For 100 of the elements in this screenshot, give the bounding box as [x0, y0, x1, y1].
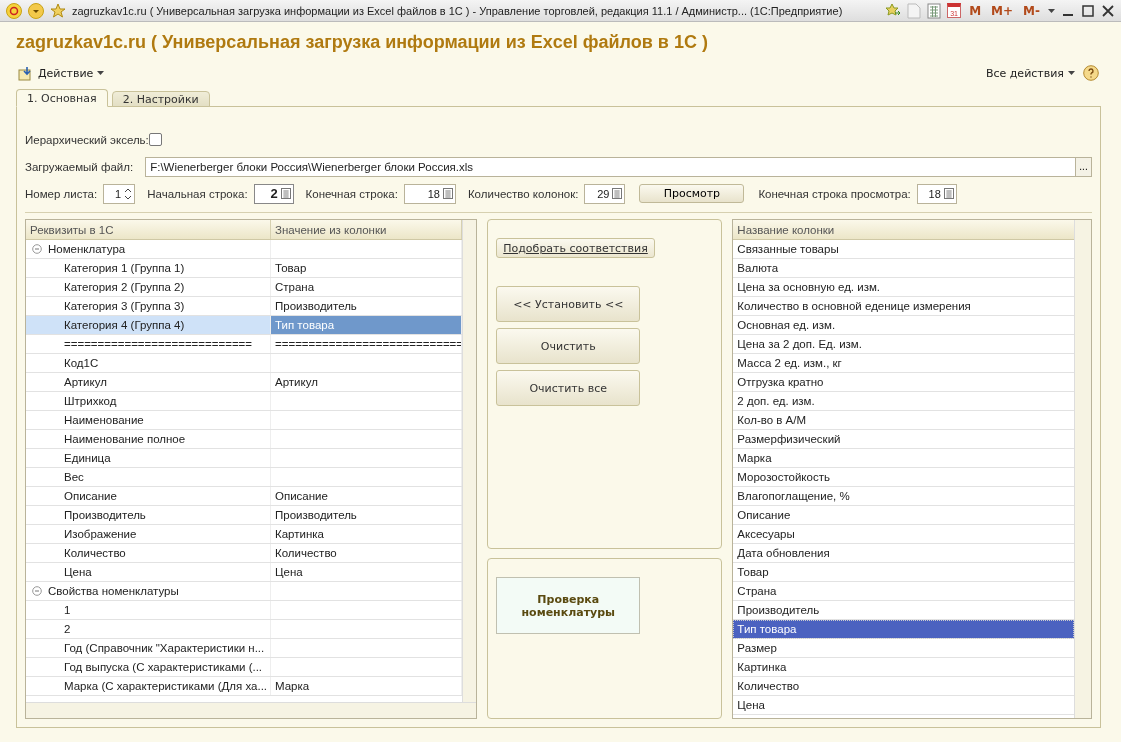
- table-cell: Изображение: [64, 528, 137, 540]
- table-cell: Товар: [275, 262, 307, 274]
- all-actions-button[interactable]: Все действия: [985, 66, 1075, 80]
- table-row[interactable]: Артикул Артикул: [26, 373, 463, 392]
- table-row[interactable]: Наименование: [26, 411, 463, 430]
- table-cell: Свойства номенклатуры: [48, 585, 179, 597]
- table-row[interactable]: Свойства номенклатуры: [26, 582, 463, 601]
- collapse-icon[interactable]: [32, 244, 42, 254]
- calculator-icon: [280, 188, 291, 199]
- field-label: Количество колонок:: [467, 187, 579, 200]
- maximize-icon[interactable]: [1081, 3, 1095, 18]
- action-menu-button[interactable]: Действие: [18, 65, 105, 81]
- table-row[interactable]: Производитель Производитель: [26, 506, 463, 525]
- table-row[interactable]: Код1С: [26, 354, 463, 373]
- browse-button[interactable]: ...: [1075, 157, 1091, 176]
- table-cell: Страна: [275, 281, 315, 293]
- memory-button[interactable]: M: [967, 3, 984, 18]
- field-label: Начальная строка:: [147, 187, 248, 200]
- memory-button[interactable]: M+: [989, 3, 1016, 18]
- tab[interactable]: 2. Настройки: [111, 91, 210, 107]
- table-cell: Производитель: [275, 300, 357, 312]
- table-cell: Картинка: [275, 528, 324, 540]
- tab[interactable]: 1. Основная: [16, 89, 108, 107]
- app-logo-icon[interactable]: [6, 2, 22, 19]
- action-button[interactable]: Очистить: [496, 328, 641, 364]
- checkbox[interactable]: [148, 133, 162, 146]
- table-row[interactable]: Цена Цена: [26, 563, 463, 582]
- table-cell: Тип товара: [275, 319, 335, 331]
- calculator-icon: [612, 188, 623, 199]
- table-cell: Единица: [64, 452, 111, 464]
- table-cell: Категория 4 (Группа 4): [64, 319, 185, 331]
- table-cell: Количество: [275, 547, 337, 559]
- table-cell: Наименование: [64, 414, 144, 426]
- import-icon: [18, 65, 34, 81]
- table-cell: Наименование полное: [64, 433, 186, 445]
- close-icon[interactable]: [1101, 3, 1115, 18]
- table-cell: Марка: [275, 680, 310, 692]
- table-row[interactable]: Категория 1 (Группа 1) Товар: [26, 259, 463, 278]
- vertical-scrollbar[interactable]: [462, 220, 477, 702]
- table-cell: Описание: [275, 490, 328, 502]
- table-cell: Категория 3 (Группа 3): [64, 300, 185, 312]
- table-row[interactable]: Категория 4 (Группа 4) Тип товара: [26, 316, 463, 335]
- preview-button[interactable]: Просмотр: [639, 184, 745, 203]
- memory-button[interactable]: M-: [1021, 3, 1042, 18]
- spinner-icon[interactable]: [124, 186, 133, 201]
- table-row[interactable]: 1: [26, 601, 463, 620]
- table-cell: 1: [64, 604, 71, 616]
- table-row[interactable]: Штрихкод: [26, 392, 463, 411]
- star-icon[interactable]: [50, 2, 66, 19]
- action-button[interactable]: << Установить <<: [496, 286, 641, 322]
- table-cell: Количество: [64, 547, 126, 559]
- number-field[interactable]: 2: [253, 183, 294, 204]
- column-header[interactable]: Название колонки: [733, 220, 1074, 240]
- help-icon[interactable]: [1083, 65, 1099, 81]
- table-cell: Номенклатура: [48, 243, 126, 255]
- calculator-icon: [943, 188, 954, 199]
- table-cell: Артикул: [275, 376, 318, 388]
- table-row[interactable]: Изображение Картинка: [26, 525, 463, 544]
- action-button[interactable]: Очистить все: [496, 370, 641, 406]
- table-row[interactable]: Год выпуска (С характеристиками (...: [26, 658, 463, 677]
- calculator-icon[interactable]: [927, 2, 942, 19]
- table-row[interactable]: Марка (С характеристиками (Для ха... Марка: [26, 677, 463, 696]
- table-cell: Описание: [64, 490, 117, 502]
- table-row[interactable]: Единица: [26, 449, 463, 468]
- field-label: Номер листа:: [25, 187, 98, 200]
- caret-icon: [1048, 8, 1055, 13]
- star-arrow-icon[interactable]: [885, 2, 902, 19]
- table-cell: Марка (С характеристиками (Для ха...: [64, 680, 268, 692]
- collapse-icon[interactable]: [32, 586, 42, 596]
- number-field[interactable]: 29: [584, 183, 626, 204]
- calculator-icon: [442, 188, 453, 199]
- table-cell: Вес: [64, 471, 84, 483]
- table-row[interactable]: Вес: [26, 468, 463, 487]
- check-button[interactable]: Проверка номенклатуры: [496, 577, 641, 634]
- table-cell: 2: [64, 623, 71, 635]
- file-path-field[interactable]: F:\Wienerberger блоки Россия\Wienerberger блоки Россия.xls ...: [145, 156, 1092, 177]
- number-field[interactable]: 1: [103, 183, 136, 204]
- table-row[interactable]: Категория 2 (Группа 2) Страна: [26, 278, 463, 297]
- list-item[interactable]: Тип товара: [733, 620, 1074, 639]
- table-row[interactable]: Количество Количество: [26, 544, 463, 563]
- table-row[interactable]: Наименование полное: [26, 430, 463, 449]
- number-field[interactable]: 18: [403, 183, 456, 204]
- dropdown-icon[interactable]: [28, 2, 44, 19]
- window-title: zagruzkav1c.ru ( Универсальная загрузка информации из Excel файлов в 1С ) - Управление торговлей, редакция 11.1 / Администр... (1С:Предприятие): [72, 4, 843, 17]
- column-header[interactable]: Реквизиты в 1С: [26, 220, 271, 239]
- table-row[interactable]: Год (Справочник "Характеристики н...: [26, 639, 463, 658]
- horizontal-scrollbar[interactable]: [26, 702, 477, 718]
- match-button[interactable]: Подобрать соответствия: [496, 238, 655, 258]
- table-row[interactable]: 2: [26, 620, 463, 639]
- table-cell: Производитель: [275, 509, 357, 521]
- table-cell: Артикул: [64, 376, 107, 388]
- table-row[interactable]: Номенклатура: [26, 240, 463, 259]
- table-row[interactable]: Описание Описание: [26, 487, 463, 506]
- number-field[interactable]: 18: [916, 183, 957, 204]
- form-heading: zagruzkav1c.ru ( Универсальная загрузка информации из Excel файлов в 1С ): [16, 32, 708, 52]
- table-cell: Штрихкод: [64, 395, 117, 407]
- table-cell: Код1С: [64, 357, 99, 369]
- caret-icon: [1068, 71, 1075, 75]
- table-cell: Производитель: [64, 509, 146, 521]
- table-row[interactable]: Категория 3 (Группа 3) Производитель: [26, 297, 463, 316]
